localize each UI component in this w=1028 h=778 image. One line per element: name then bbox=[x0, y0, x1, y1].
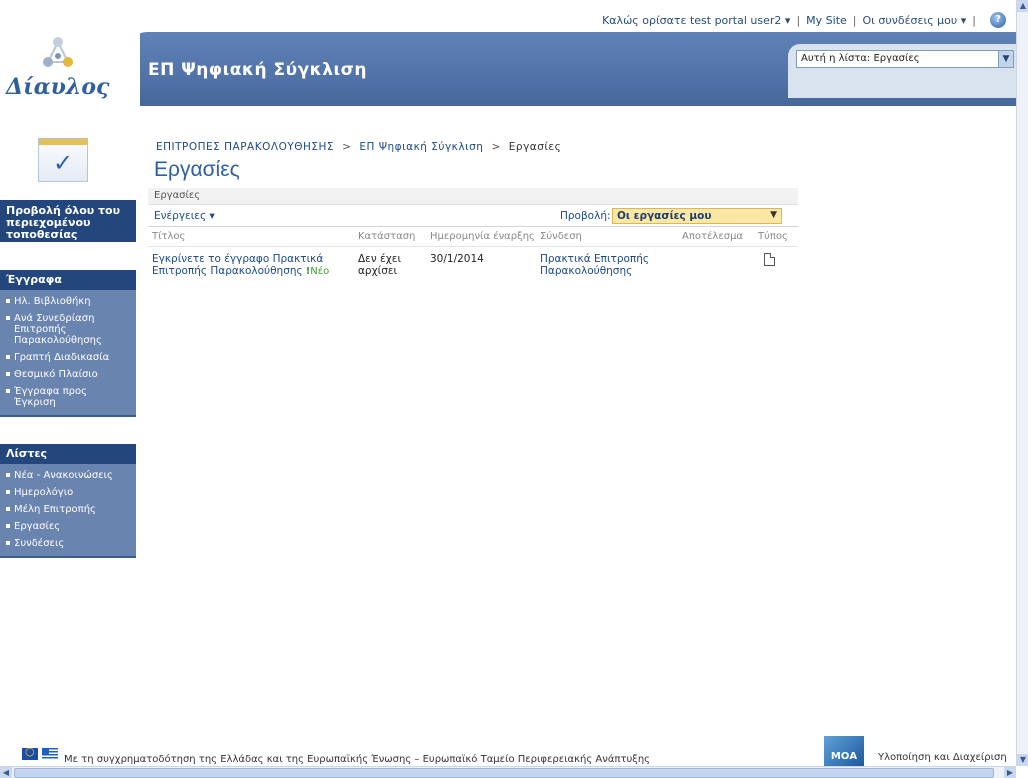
search-scope-value: Αυτή η λίστα: Εργασίες bbox=[801, 53, 920, 64]
nav-item-committee-members[interactable]: Μέλη Επιτροπής bbox=[0, 501, 136, 518]
view-select[interactable]: Οι εργασίες μου ▼ bbox=[612, 208, 782, 224]
view-all-site-content-link[interactable]: Προβολή όλου του περιεχομένου τοποθεσίας bbox=[0, 200, 136, 242]
site-logo[interactable]: Δίαυλος bbox=[0, 30, 140, 108]
scroll-right-icon[interactable]: ▶ bbox=[1004, 767, 1016, 778]
top-welcome-bar: Καλώς ορίσατε test portal user2 ▾ | My S… bbox=[0, 0, 1016, 30]
nav-item-per-committee-meeting[interactable]: Ανά Συνεδρίαση Επιτροπής Παρακολούθησης bbox=[0, 310, 136, 349]
task-outcome bbox=[678, 247, 754, 284]
footer: Με τη συγχρηματοδότηση της Ελλάδας και τ… bbox=[0, 736, 1016, 766]
chevron-down-icon: ▾ bbox=[209, 210, 215, 222]
my-links-text[interactable]: Οι συνδέσεις μου bbox=[863, 14, 958, 27]
chevron-down-icon[interactable]: ▼ bbox=[770, 210, 777, 220]
nav-item-calendar[interactable]: Ημερολόγιο bbox=[0, 484, 136, 501]
chevron-down-icon: ▾ bbox=[784, 13, 791, 27]
nav-item-links[interactable]: Συνδέσεις bbox=[0, 535, 136, 552]
column-header-outcome[interactable]: Αποτέλεσμα bbox=[678, 227, 754, 247]
view-selected-value: Οι εργασίες μου bbox=[617, 210, 712, 222]
list-label: Εργασίες bbox=[148, 188, 798, 205]
lists-group: Νέα - Ανακοινώσεις Ημερολόγιο Μέλη Επιτρ… bbox=[0, 464, 136, 558]
tasks-page-icon: ✓ bbox=[38, 138, 88, 182]
chevron-down-icon: ▾ bbox=[960, 13, 967, 27]
task-title-link[interactable]: Εγκρίνετε το έγγραφο Πρακτικά Επιτροπής … bbox=[152, 253, 323, 277]
task-type-cell bbox=[754, 247, 798, 284]
tasks-list-panel: Εργασίες Ενέργειες ▾ Προβολή: Οι εργασίε… bbox=[148, 188, 798, 283]
breadcrumb-separator: > bbox=[491, 141, 501, 153]
breadcrumb-current: Εργασίες bbox=[508, 141, 562, 153]
scroll-down-icon[interactable]: ▼ bbox=[1017, 754, 1028, 766]
help-icon[interactable]: ? bbox=[990, 12, 1006, 28]
flags bbox=[22, 745, 58, 760]
molecule-logo-icon bbox=[43, 37, 73, 67]
documents-group: Ηλ. Βιβλιοθήκη Ανά Συνεδρίαση Επιτροπής … bbox=[0, 290, 136, 417]
nav-item-documents-for-approval[interactable]: Έγγραφα προς Έγκριση bbox=[0, 383, 136, 411]
new-badge-text: Νέο bbox=[310, 266, 330, 277]
lists-heading[interactable]: Λίστες bbox=[0, 444, 136, 464]
column-header-title[interactable]: Τίτλος bbox=[148, 227, 354, 247]
header-band: ΕΠ Ψηφιακή Σύγκλιση Αυτή η λίστα: Εργασί… bbox=[108, 32, 1016, 106]
separator: | bbox=[972, 13, 976, 27]
my-site-link[interactable]: My Site bbox=[806, 14, 847, 27]
welcome-text[interactable]: Καλώς ορίσατε test portal user2 bbox=[602, 14, 781, 27]
task-status: Δεν έχει αρχίσει bbox=[358, 253, 402, 277]
scroll-up-icon[interactable]: ▲ bbox=[1017, 0, 1028, 12]
checkmark-icon: ✓ bbox=[53, 149, 74, 177]
chevron-down-icon[interactable]: ▼ bbox=[998, 51, 1013, 67]
logo-text: Δίαυλος bbox=[6, 74, 110, 100]
breadcrumb: ΕΠΙΤΡΟΠΕΣ ΠΑΡΑΚΟΛΟΥΘΗΣΗΣ > ΕΠ Ψηφιακή Σύγκ… bbox=[156, 141, 561, 153]
greek-flag-icon bbox=[42, 748, 58, 760]
nav-item-e-library[interactable]: Ηλ. Βιβλιοθήκη bbox=[0, 293, 136, 310]
scroll-left-icon[interactable]: ◀ bbox=[0, 767, 12, 778]
list-toolbar: Ενέργειες ▾ Προβολή: Οι εργασίες μου ▼ bbox=[148, 205, 798, 227]
horizontal-scrollbar[interactable]: ◀ ▶ bbox=[0, 766, 1016, 778]
table-header-row: Τίτλος Κατάσταση Ημερομηνία έναρξης Σύνδ… bbox=[148, 227, 798, 247]
welcome-menu[interactable]: Καλώς ορίσατε test portal user2 ▾ bbox=[602, 14, 790, 27]
eu-flag-icon bbox=[22, 745, 38, 760]
site-title[interactable]: ΕΠ Ψηφιακή Σύγκλιση bbox=[148, 60, 367, 80]
actions-menu[interactable]: Ενέργειες ▾ bbox=[154, 210, 215, 222]
nav-item-news[interactable]: Νέα - Ανακοινώσεις bbox=[0, 467, 136, 484]
search-area: Αυτή η λίστα: Εργασίες ▼ bbox=[788, 44, 1016, 98]
separator: | bbox=[852, 13, 857, 27]
column-header-status[interactable]: Κατάσταση bbox=[354, 227, 426, 247]
nav-item-tasks[interactable]: Εργασίες bbox=[0, 518, 136, 535]
new-badge: !Νέο bbox=[306, 266, 330, 277]
task-title-cell: Εγκρίνετε το έγγραφο Πρακτικά Επιτροπής … bbox=[148, 247, 354, 284]
breadcrumb-committees[interactable]: ΕΠΙΤΡΟΠΕΣ ΠΑΡΑΚΟΛΟΥΘΗΣΗΣ bbox=[156, 141, 334, 153]
table-row[interactable]: Εγκρίνετε το έγγραφο Πρακτικά Επιτροπής … bbox=[148, 247, 798, 284]
page-title: Εργασίες bbox=[154, 158, 240, 181]
task-link-cell: Πρακτικά Επιτροπής Παρακολούθησης bbox=[536, 247, 678, 284]
separator: | bbox=[796, 13, 801, 27]
view-label: Προβολή: bbox=[560, 210, 611, 222]
moa-logo[interactable]: ΜΟΑ bbox=[824, 736, 864, 766]
actions-label[interactable]: Ενέργειες bbox=[154, 210, 206, 222]
site-header: ΕΠ Ψηφιακή Σύγκλιση Αυτή η λίστα: Εργασί… bbox=[0, 30, 1016, 108]
documents-heading[interactable]: Έγγραφα bbox=[0, 270, 136, 290]
task-start-date: 30/1/2014 bbox=[430, 253, 484, 265]
column-header-link[interactable]: Σύνδεση bbox=[536, 227, 678, 247]
column-header-start-date[interactable]: Ημερομηνία έναρξης bbox=[426, 227, 536, 247]
funding-text: Με τη συγχρηματοδότηση της Ελλάδας και τ… bbox=[64, 754, 651, 765]
icon-bar bbox=[39, 139, 87, 145]
document-icon[interactable] bbox=[764, 253, 775, 266]
nav-item-written-procedure[interactable]: Γραπτή Διαδικασία bbox=[0, 349, 136, 366]
vertical-scrollbar[interactable]: ▲ ▼ bbox=[1016, 0, 1028, 766]
scrollbar-thumb[interactable] bbox=[14, 768, 994, 778]
breadcrumb-separator: > bbox=[342, 141, 352, 153]
nav-item-legal-framework[interactable]: Θεσμικό Πλαίσιο bbox=[0, 366, 136, 383]
implementation-text: Υλοποίηση και Διαχείριση bbox=[878, 752, 1007, 763]
tasks-table: Τίτλος Κατάσταση Ημερομηνία έναρξης Σύνδ… bbox=[148, 227, 798, 283]
my-links-menu[interactable]: Οι συνδέσεις μου ▾ bbox=[863, 14, 967, 27]
breadcrumb-site[interactable]: ΕΠ Ψηφιακή Σύγκλιση bbox=[359, 141, 483, 153]
search-scope-select[interactable]: Αυτή η λίστα: Εργασίες ▼ bbox=[796, 50, 1014, 68]
task-related-link[interactable]: Πρακτικά Επιτροπής Παρακολούθησης bbox=[540, 253, 649, 277]
column-header-type[interactable]: Τύπος bbox=[754, 227, 798, 247]
